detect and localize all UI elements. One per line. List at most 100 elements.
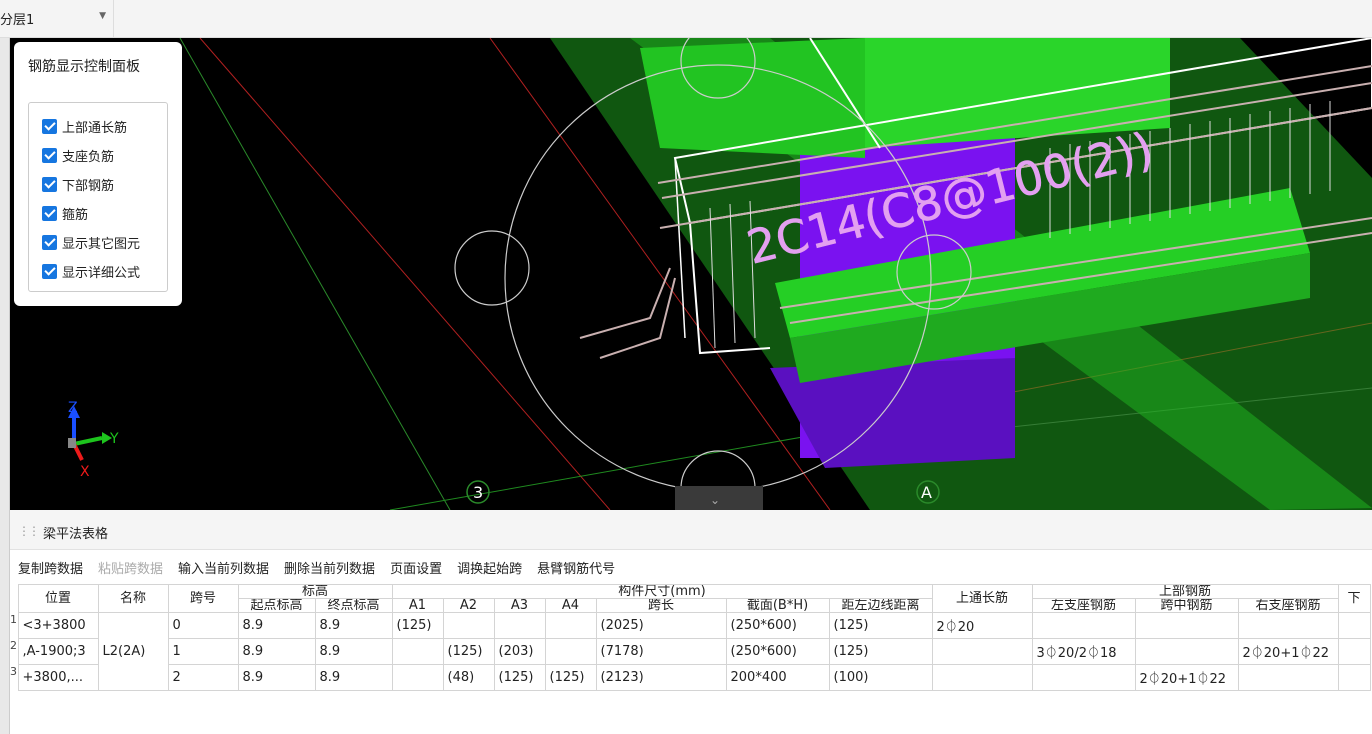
cell[interactable] [1337, 664, 1371, 691]
table-row[interactable]: 1 <3+3800 L2(2A) 0 8.9 8.9 (125) (2025) … [10, 612, 1371, 691]
3d-viewport[interactable]: ⌄ 2C14(C8@100(2)) 3 A Z Y X [10, 38, 1372, 510]
cell[interactable]: 8.9 [314, 664, 393, 691]
option-label: 箍筋 [62, 207, 89, 223]
cell[interactable]: 2⏀20+1⏀22 [1134, 664, 1239, 691]
table-toolbar: 复制跨数据 粘贴跨数据 输入当前列数据 删除当前列数据 页面设置 调换起始跨 悬… [10, 554, 630, 580]
swap-start-span-button[interactable]: 调换起始跨 [457, 558, 522, 577]
panel-title: 钢筋显示控制面板 [28, 59, 140, 75]
cell-position[interactable]: <3+3800 [17, 612, 99, 639]
option-label: 上部通长筋 [62, 120, 128, 136]
cell[interactable]: (2025) [595, 612, 727, 639]
axis-z-label: Z [68, 400, 78, 416]
cell[interactable]: (125) [828, 612, 933, 639]
delete-current-column-button[interactable]: 删除当前列数据 [284, 558, 375, 577]
scene-canvas: ⌄ 2C14(C8@100(2)) 3 A Z Y X [68, 38, 1372, 510]
cell[interactable]: (7178) [595, 638, 727, 665]
cell-name[interactable]: L2(2A) [97, 612, 169, 691]
col-header: 上部钢筋 [1031, 584, 1339, 599]
option-bottom-rebar[interactable]: 下部钢筋 [42, 174, 114, 194]
grid-line [179, 38, 451, 510]
cell-position[interactable]: +3800,... [17, 664, 99, 691]
table-row[interactable]: 2 ,A-1900;3 1 8.9 8.9 (125) (203) (7178)… [10, 638, 1371, 665]
cell[interactable]: (125) [391, 612, 444, 639]
cell[interactable]: 8.9 [237, 638, 316, 665]
cell[interactable]: 8.9 [314, 638, 393, 665]
cell[interactable]: (250*600) [725, 638, 830, 665]
checkbox-icon[interactable] [42, 118, 57, 134]
col-header: 跨中钢筋 [1134, 598, 1239, 613]
grid-line [199, 38, 611, 510]
drag-handle-icon[interactable]: ⋮⋮ [18, 524, 40, 538]
page-setup-button[interactable]: 页面设置 [390, 558, 442, 577]
col-header: 右支座钢筋 [1237, 598, 1339, 613]
cell[interactable]: 2⏀20+1⏀22 [1237, 638, 1339, 665]
grid-label-3: 3 [473, 483, 483, 502]
paste-span-data-button[interactable]: 粘贴跨数据 [98, 558, 163, 577]
cell[interactable] [1031, 664, 1136, 691]
cell[interactable]: (48) [442, 664, 495, 691]
copy-span-data-button[interactable]: 复制跨数据 [18, 558, 83, 577]
col-header: 左支座钢筋 [1031, 598, 1136, 613]
cell[interactable]: 1 [167, 638, 239, 665]
layer-dropdown-value: 分层1 [0, 12, 35, 28]
option-label: 下部钢筋 [62, 178, 115, 194]
checkbox-icon[interactable] [42, 147, 57, 163]
table-row[interactable]: 3 +3800,... 2 8.9 8.9 (48) (125) (125) (… [10, 664, 1371, 691]
option-top-through-bar[interactable]: 上部通长筋 [42, 116, 127, 136]
cell[interactable] [1031, 612, 1136, 639]
cell[interactable] [391, 664, 444, 691]
cell[interactable] [442, 612, 495, 639]
option-show-detailed-formula[interactable]: 显示详细公式 [42, 261, 140, 281]
col-header: 跨长 [595, 598, 727, 613]
cell[interactable]: 8.9 [237, 664, 316, 691]
cell[interactable] [931, 664, 1033, 691]
cell[interactable]: (125) [544, 664, 597, 691]
option-label: 显示其它图元 [62, 236, 141, 252]
option-show-other-elements[interactable]: 显示其它图元 [42, 232, 140, 252]
input-current-column-button[interactable]: 输入当前列数据 [178, 558, 269, 577]
grid-label-a: A [921, 483, 932, 502]
cell[interactable] [1337, 612, 1371, 639]
table-header-row: 位置 名称 跨号 标高 构件尺寸(mm) 上通长筋 上部钢筋 下 [10, 584, 1371, 613]
col-header: 距左边线距离 [828, 598, 933, 613]
cell[interactable]: 3⏀20/2⏀18 [1031, 638, 1136, 665]
col-header: A1 [391, 598, 444, 613]
checkbox-icon[interactable] [42, 176, 57, 192]
cell-position[interactable]: ,A-1900;3 [17, 638, 99, 665]
divider [113, 0, 114, 38]
cell[interactable]: (125) [493, 664, 546, 691]
checkbox-icon[interactable] [42, 263, 57, 279]
cell[interactable]: (125) [442, 638, 495, 665]
cell[interactable] [544, 612, 597, 639]
col-header: A4 [544, 598, 597, 613]
cell[interactable] [1237, 612, 1339, 639]
cell[interactable] [1337, 638, 1371, 665]
cell[interactable]: (203) [493, 638, 546, 665]
cell[interactable] [931, 638, 1033, 665]
cell[interactable]: 200*400 [725, 664, 830, 691]
cell[interactable] [544, 638, 597, 665]
cell[interactable] [1237, 664, 1339, 691]
col-header: 起点标高 [237, 598, 316, 613]
cell[interactable] [1134, 612, 1239, 639]
option-stirrup[interactable]: 箍筋 [42, 203, 88, 223]
cell[interactable] [391, 638, 444, 665]
cell[interactable]: 8.9 [237, 612, 316, 639]
cell[interactable]: 2⏀20 [931, 612, 1033, 639]
cell[interactable]: 2 [167, 664, 239, 691]
cantilever-rebar-code-button[interactable]: 悬臂钢筋代号 [537, 558, 615, 577]
cell[interactable]: (250*600) [725, 612, 830, 639]
cell[interactable]: (2123) [595, 664, 727, 691]
panel-title: 梁平法表格 [43, 527, 109, 542]
cell[interactable]: (100) [828, 664, 933, 691]
svg-text:⌄: ⌄ [710, 493, 720, 507]
checkbox-icon[interactable] [42, 205, 57, 221]
option-support-negative-bar[interactable]: 支座负筋 [42, 145, 114, 165]
layer-dropdown[interactable]: 分层1 ▼ [0, 6, 112, 30]
checkbox-icon[interactable] [42, 234, 57, 250]
cell[interactable] [493, 612, 546, 639]
cell[interactable]: (125) [828, 638, 933, 665]
cell[interactable]: 0 [167, 612, 239, 639]
cell[interactable]: 8.9 [314, 612, 393, 639]
cell[interactable] [1134, 638, 1239, 665]
